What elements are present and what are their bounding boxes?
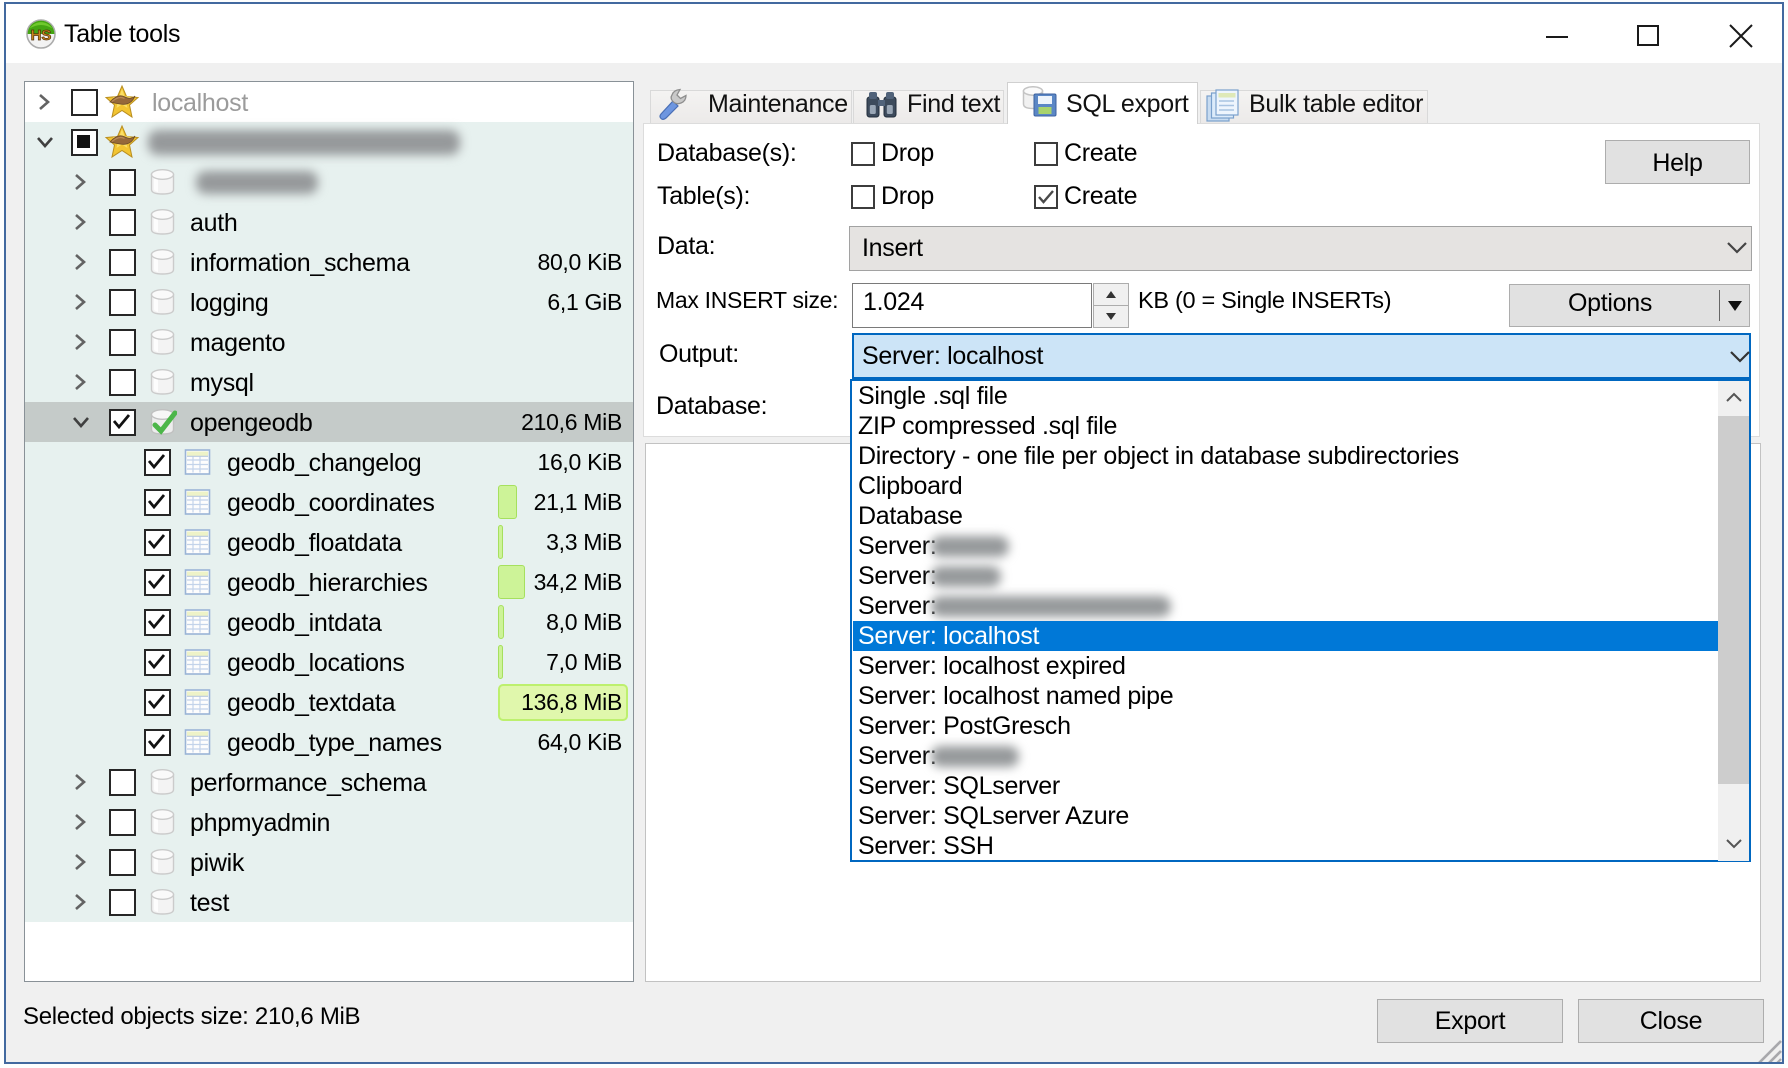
svg-text:HS: HS [31, 27, 52, 44]
